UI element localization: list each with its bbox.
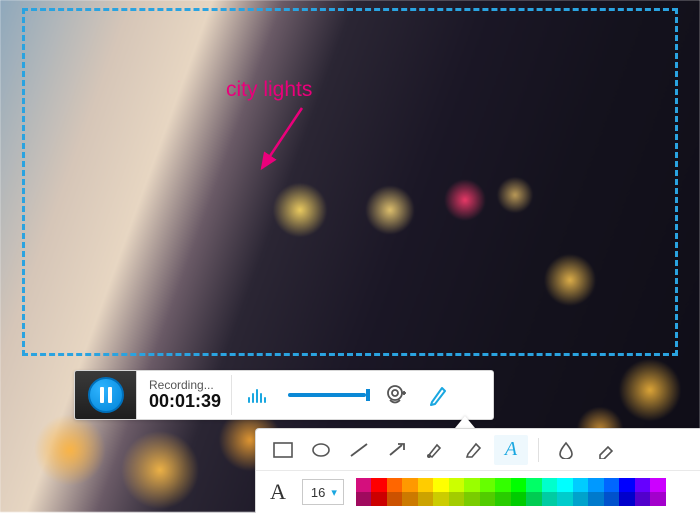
font-sample-glyph: A: [266, 479, 290, 505]
color-swatch[interactable]: [495, 492, 511, 506]
color-swatch[interactable]: [635, 492, 651, 506]
color-swatch[interactable]: [604, 492, 620, 506]
color-swatch[interactable]: [356, 478, 372, 492]
color-swatch[interactable]: [619, 478, 635, 492]
color-swatch[interactable]: [371, 492, 387, 506]
color-swatch[interactable]: [557, 492, 573, 506]
color-swatch[interactable]: [650, 492, 666, 506]
color-swatch[interactable]: [480, 478, 496, 492]
color-palette: [356, 478, 666, 506]
shape-tool-row: A: [256, 429, 700, 471]
line-tool[interactable]: [342, 435, 376, 465]
panel-pointer: [455, 416, 475, 428]
color-swatch[interactable]: [418, 492, 434, 506]
color-swatch[interactable]: [464, 478, 480, 492]
color-swatch[interactable]: [573, 478, 589, 492]
capture-selection-rectangle[interactable]: [22, 8, 678, 356]
drawing-tools-panel: A A 16 ▾: [255, 428, 700, 513]
color-swatch[interactable]: [650, 478, 666, 492]
text-style-row: A 16 ▾: [256, 471, 700, 513]
volume-slider[interactable]: [288, 393, 366, 397]
audio-level-icon[interactable]: [246, 384, 270, 406]
pause-button[interactable]: [88, 377, 124, 413]
color-swatch[interactable]: [542, 478, 558, 492]
color-swatch[interactable]: [387, 478, 403, 492]
color-swatch[interactable]: [635, 478, 651, 492]
recording-status-label: Recording...: [149, 379, 221, 392]
color-swatch[interactable]: [526, 478, 542, 492]
color-swatch[interactable]: [526, 492, 542, 506]
color-swatch[interactable]: [588, 492, 604, 506]
color-swatch[interactable]: [542, 492, 558, 506]
arrow-tool[interactable]: [380, 435, 414, 465]
color-swatch[interactable]: [449, 478, 465, 492]
color-swatch[interactable]: [480, 492, 496, 506]
recording-toolbar-left: [75, 371, 137, 419]
color-swatch[interactable]: [356, 492, 372, 506]
recording-toolbar-controls: [232, 383, 493, 407]
color-swatch[interactable]: [495, 478, 511, 492]
color-swatch[interactable]: [433, 492, 449, 506]
blur-tool[interactable]: [549, 435, 583, 465]
color-swatch[interactable]: [387, 492, 403, 506]
color-swatch[interactable]: [371, 478, 387, 492]
rectangle-tool[interactable]: [266, 435, 300, 465]
highlighter-tool[interactable]: [456, 435, 490, 465]
eraser-tool[interactable]: [587, 435, 621, 465]
color-swatch[interactable]: [464, 492, 480, 506]
color-swatch[interactable]: [418, 478, 434, 492]
color-swatch[interactable]: [557, 478, 573, 492]
recording-status-block: Recording... 00:01:39: [137, 375, 232, 416]
color-swatch[interactable]: [402, 492, 418, 506]
color-swatch[interactable]: [511, 478, 527, 492]
ellipse-tool[interactable]: [304, 435, 338, 465]
chevron-down-icon: ▾: [331, 486, 337, 499]
webcam-toggle-icon[interactable]: [384, 383, 410, 407]
font-size-select[interactable]: 16 ▾: [302, 479, 344, 505]
color-swatch[interactable]: [511, 492, 527, 506]
color-swatch[interactable]: [449, 492, 465, 506]
color-swatch[interactable]: [619, 492, 635, 506]
draw-tools-toggle-icon[interactable]: [428, 384, 450, 406]
recording-toolbar: Recording... 00:01:39: [74, 370, 494, 420]
recording-elapsed-time: 00:01:39: [149, 392, 221, 412]
color-swatch[interactable]: [433, 478, 449, 492]
color-swatch[interactable]: [588, 478, 604, 492]
font-size-value: 16: [311, 485, 325, 500]
brush-tool[interactable]: [418, 435, 452, 465]
color-swatch[interactable]: [573, 492, 589, 506]
text-tool[interactable]: A: [494, 435, 528, 465]
color-swatch[interactable]: [604, 478, 620, 492]
color-swatch[interactable]: [402, 478, 418, 492]
tool-divider: [538, 438, 539, 462]
